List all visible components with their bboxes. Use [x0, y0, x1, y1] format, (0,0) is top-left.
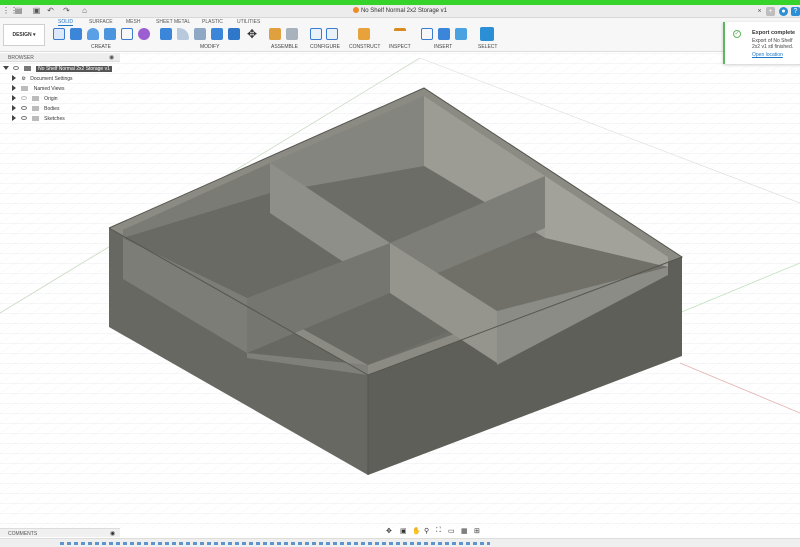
- configure-icon[interactable]: [310, 28, 322, 40]
- insert-canvas-icon[interactable]: [455, 28, 467, 40]
- tree-item-sketches[interactable]: Sketches: [12, 115, 65, 124]
- tree-item-label: Named Views: [33, 86, 65, 92]
- tree-item-bodies[interactable]: Bodies: [12, 105, 59, 114]
- component-icon: [23, 66, 31, 71]
- check-icon: ✓: [733, 30, 741, 38]
- create-group-label[interactable]: CREATE: [91, 44, 111, 50]
- comments-toggle-icon[interactable]: ◉: [110, 530, 115, 537]
- root-component-label[interactable]: No Shelf Normal 2x2 Storage v1: [36, 66, 112, 72]
- new-sketch-icon[interactable]: [53, 28, 65, 40]
- hole-icon[interactable]: [104, 28, 116, 40]
- visibility-eye-icon[interactable]: [13, 66, 20, 70]
- expand-icon[interactable]: [12, 75, 16, 81]
- look-at-icon[interactable]: ▣: [400, 527, 407, 535]
- browser-header[interactable]: BROWSER ◉: [0, 53, 120, 62]
- expand-icon[interactable]: [12, 85, 16, 91]
- fillet-icon[interactable]: [177, 28, 189, 40]
- notification-title: Export complete: [752, 30, 796, 36]
- tab-utilities[interactable]: UTILITIES: [237, 19, 260, 25]
- expand-icon[interactable]: [12, 105, 16, 111]
- comments-label: COMMENTS: [8, 531, 38, 537]
- new-component-icon[interactable]: [269, 28, 281, 40]
- folder-icon: [31, 116, 39, 121]
- tab-surface[interactable]: SURFACE: [89, 19, 113, 25]
- pan-icon[interactable]: ✋: [412, 527, 421, 535]
- tree-item-label: Document Settings: [30, 76, 73, 82]
- document-tab-icon: [352, 7, 359, 13]
- combine-icon[interactable]: [228, 28, 240, 40]
- tree-item-document-settings[interactable]: ⚙ Document Settings: [12, 75, 73, 84]
- expand-icon[interactable]: [3, 66, 9, 70]
- move-icon[interactable]: ✥: [246, 28, 258, 40]
- plane-icon[interactable]: [358, 28, 370, 40]
- pattern-icon[interactable]: [121, 28, 133, 40]
- close-tab-icon[interactable]: ×: [755, 7, 764, 16]
- tab-plastic[interactable]: PLASTIC: [202, 19, 223, 25]
- viewports-icon[interactable]: ⊞: [474, 527, 480, 535]
- tree-item-origin[interactable]: Origin: [12, 95, 58, 104]
- canvas-viewport[interactable]: [0, 53, 800, 528]
- browser-title: BROWSER: [8, 55, 34, 61]
- notification-message: Export of No Shelf 2x2 v1 stl finished.: [752, 38, 794, 50]
- tree-item-label: Origin: [44, 96, 58, 102]
- new-tab-icon[interactable]: +: [766, 7, 775, 16]
- tree-item-named-views[interactable]: Named Views: [12, 85, 65, 94]
- extrude-icon[interactable]: [70, 28, 82, 40]
- configure-table-icon[interactable]: [326, 28, 338, 40]
- document-title: No Shelf Normal 2x2 Storage v1: [0, 7, 800, 14]
- measure-icon[interactable]: [394, 28, 406, 40]
- open-location-link[interactable]: Open location: [752, 52, 783, 58]
- tree-root-row[interactable]: No Shelf Normal 2x2 Storage v1: [3, 65, 112, 74]
- folder-icon: [31, 106, 39, 111]
- tab-mesh[interactable]: MESH: [126, 19, 140, 25]
- zoom-icon[interactable]: ⚲: [424, 527, 429, 535]
- fit-icon[interactable]: ⛶: [436, 527, 441, 535]
- display-settings-icon[interactable]: ▭: [448, 527, 455, 535]
- visibility-eye-icon[interactable]: [21, 116, 28, 120]
- construct-group-label[interactable]: CONSTRUCT: [349, 44, 380, 50]
- timeline-bar[interactable]: [0, 538, 800, 547]
- revolve-icon[interactable]: [87, 28, 99, 40]
- joint-icon[interactable]: [286, 28, 298, 40]
- configure-group-label[interactable]: CONFIGURE: [310, 44, 340, 50]
- orbit-icon[interactable]: ✥: [386, 527, 392, 535]
- expand-icon[interactable]: [12, 115, 16, 121]
- folder-icon: [21, 86, 29, 91]
- browser-panel: BROWSER ◉ No Shelf Normal 2x2 Storage v1…: [0, 53, 120, 133]
- expand-icon[interactable]: [12, 95, 16, 101]
- insert-derive-icon[interactable]: [421, 28, 433, 40]
- tree-item-label: Bodies: [44, 106, 60, 112]
- assemble-group-label[interactable]: ASSEMBLE: [271, 44, 298, 50]
- select-cursor-icon[interactable]: [480, 27, 494, 41]
- account-icon[interactable]: ●: [779, 7, 788, 16]
- tab-sheet-metal[interactable]: SHEET METAL: [156, 19, 190, 25]
- visibility-eye-icon[interactable]: [21, 96, 28, 100]
- timeline-features[interactable]: [60, 542, 490, 545]
- browser-pin-icon[interactable]: ◉: [109, 54, 114, 61]
- toolbar-ribbon: DESIGN ▾ SOLID SURFACE MESH SHEET METAL …: [0, 18, 800, 52]
- title-bar: ⋮⋮ ▤ ▣ ↶ ↷ ⌂ No Shelf Normal 2x2 Storage…: [0, 5, 800, 18]
- modify-group-label[interactable]: MODIFY: [200, 44, 219, 50]
- gear-icon: ⚙: [21, 76, 26, 82]
- select-group-label[interactable]: SELECT: [478, 44, 497, 50]
- export-notification: ✓ Export complete Export of No Shelf 2x2…: [723, 22, 800, 64]
- navigation-bar: ✥ ▣ ✋ ⚲ ⛶ ▭ ▦ ⊞: [386, 527, 486, 537]
- inspect-group-label[interactable]: INSPECT: [389, 44, 411, 50]
- insert-group-label[interactable]: INSERT: [434, 44, 452, 50]
- shell-icon[interactable]: [211, 28, 223, 40]
- workspace-switcher[interactable]: DESIGN ▾: [3, 24, 45, 46]
- form-icon[interactable]: [138, 28, 150, 40]
- folder-icon: [31, 96, 39, 101]
- grid-settings-icon[interactable]: ▦: [461, 527, 468, 535]
- tab-solid[interactable]: SOLID: [58, 19, 74, 26]
- press-pull-icon[interactable]: [160, 28, 172, 40]
- comments-panel[interactable]: COMMENTS ◉: [0, 528, 120, 537]
- help-icon[interactable]: ?: [791, 7, 800, 16]
- visibility-eye-icon[interactable]: [21, 106, 28, 110]
- insert-mesh-icon[interactable]: [438, 28, 450, 40]
- chamfer-icon[interactable]: [194, 28, 206, 40]
- tree-item-label: Sketches: [44, 116, 65, 122]
